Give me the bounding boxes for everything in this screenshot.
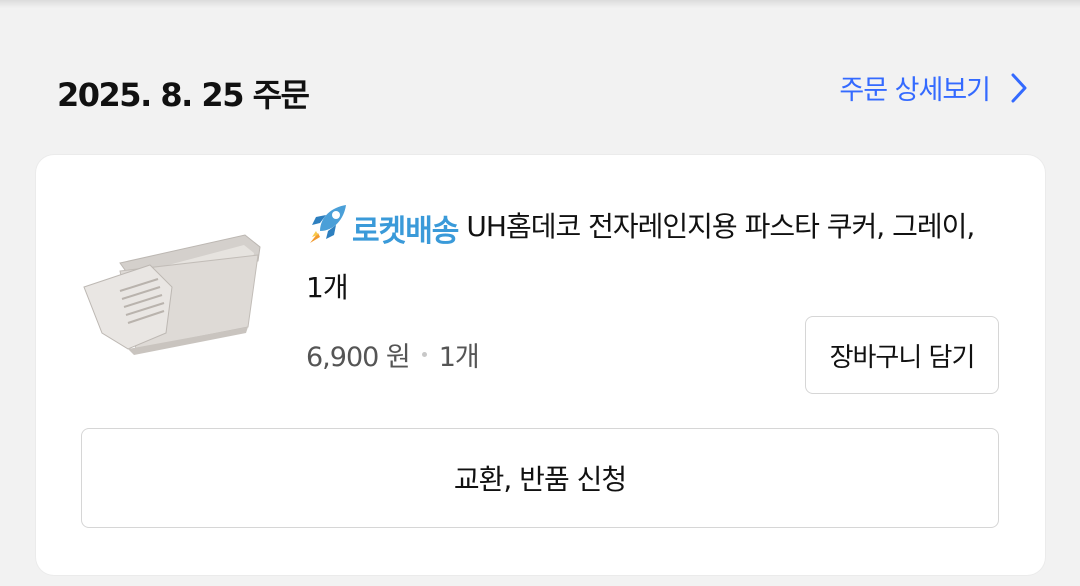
rocket-icon — [306, 201, 350, 262]
product-title[interactable]: 로켓배송 UH홈데코 전자레인지용 파스타 쿠커, 그레이, 1개 — [306, 201, 996, 314]
product-price: 6,900 원 — [306, 342, 411, 373]
top-divider — [0, 0, 1080, 8]
order-header: 2025. 8. 25 주문 주문 상세보기 — [0, 60, 1080, 120]
order-detail-link[interactable]: 주문 상세보기 — [839, 68, 1028, 107]
chevron-right-icon — [1010, 72, 1028, 104]
rocket-delivery-badge: 로켓배송 — [306, 201, 459, 262]
price-quantity: 6,900 원 1개 — [306, 335, 480, 374]
rocket-delivery-label: 로켓배송 — [352, 213, 459, 249]
exchange-return-button[interactable]: 교환, 반품 신청 — [81, 428, 999, 528]
product-quantity: 1개 — [438, 342, 480, 373]
order-date: 2025. 8. 25 주문 — [57, 76, 310, 114]
order-detail-label: 주문 상세보기 — [839, 75, 991, 106]
order-item-card: 로켓배송 UH홈데코 전자레인지용 파스타 쿠커, 그레이, 1개 6,900 … — [36, 155, 1045, 575]
separator-dot — [421, 352, 427, 357]
add-to-cart-button[interactable]: 장바구니 담기 — [805, 316, 999, 394]
product-thumbnail[interactable] — [80, 221, 270, 361]
